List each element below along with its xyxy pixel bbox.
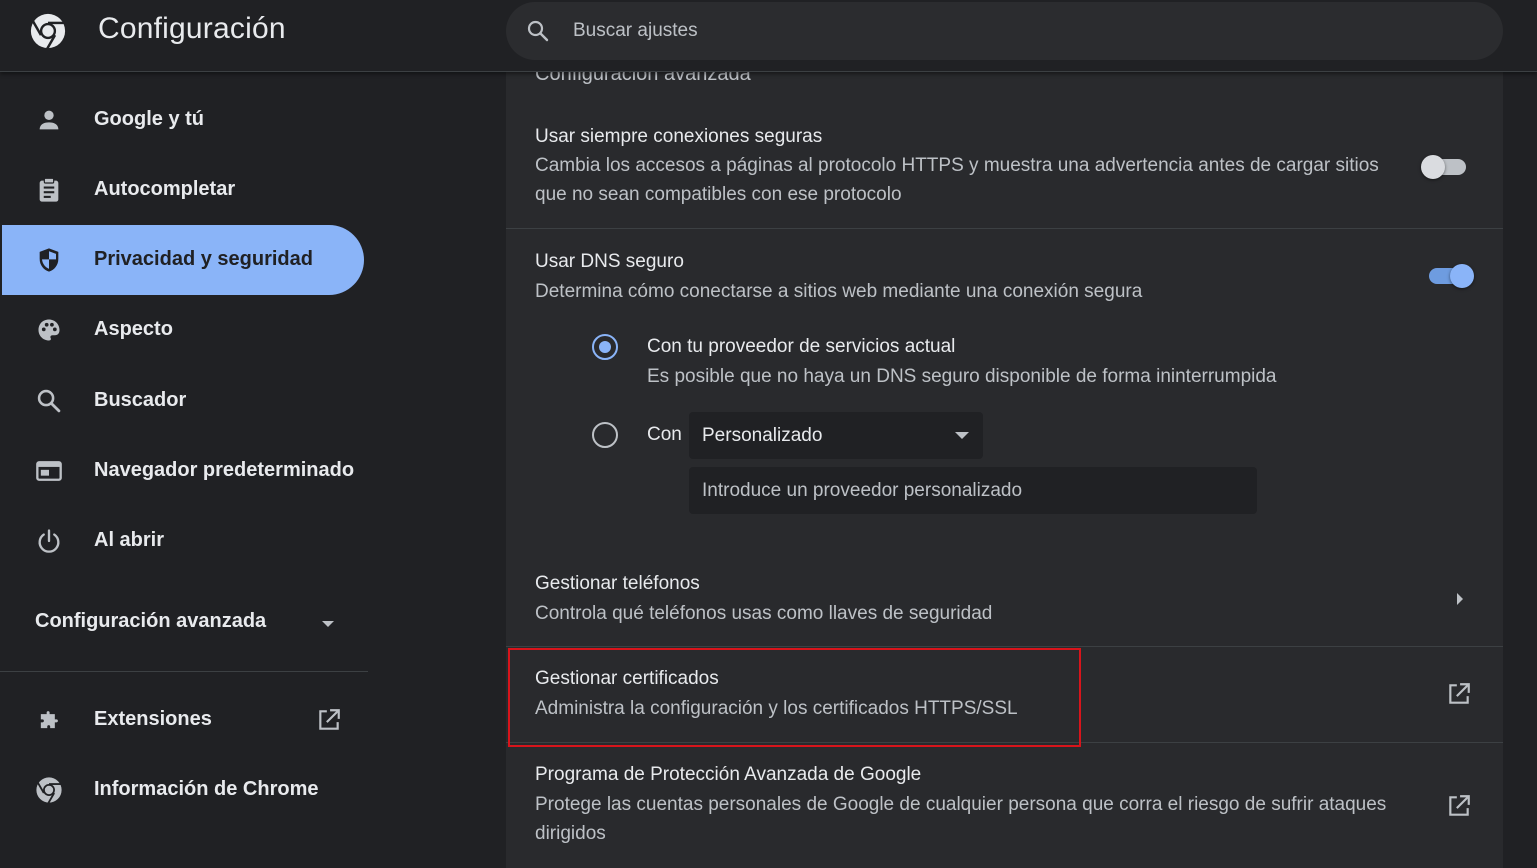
dns-provider-selected-value: Personalizado (702, 425, 823, 446)
dns-current-provider-description: Es posible que no haya un DNS seguro dis… (647, 366, 1277, 387)
sidebar-item-autocompletar[interactable]: Autocompletar (2, 155, 364, 225)
secure-connections-title: Usar siempre conexiones seguras (535, 126, 823, 147)
manage-phones-title: Gestionar teléfonos (535, 573, 700, 594)
person-icon (39, 110, 59, 130)
sidebar-item-aspecto[interactable]: Aspecto (2, 295, 364, 365)
manage-certificates-title: Gestionar certificados (535, 668, 719, 689)
secure-dns-title: Usar DNS seguro (535, 251, 684, 272)
advanced-protection-description: Protege las cuentas personales de Google… (535, 794, 1387, 844)
search-icon (37, 389, 61, 413)
row-divider (506, 228, 1503, 229)
sidebar-item-extensiones[interactable]: Extensiones (2, 685, 364, 755)
dns-custom-provider-label: Con (647, 424, 682, 445)
dns-current-provider-radio[interactable] (592, 334, 618, 360)
sidebar-item-label: Google y tú (94, 108, 204, 130)
open-in-new-icon[interactable] (1446, 681, 1472, 707)
advanced-settings-label: Configuración avanzada (35, 610, 267, 632)
chrome-logo-icon (36, 777, 62, 804)
sidebar-item-al-abrir[interactable]: Al abrir (2, 506, 364, 576)
advanced-settings-toggle[interactable]: Configuración avanzada (35, 610, 345, 640)
advanced-protection-row[interactable]: Programa de Protección Avanzada de Googl… (506, 743, 1503, 868)
palette-icon (38, 319, 60, 341)
sidebar-item-label: Extensiones (94, 708, 212, 730)
dropdown-arrow-icon (955, 432, 969, 439)
dns-provider-select[interactable]: Personalizado (689, 412, 983, 459)
search-input[interactable] (573, 16, 1453, 46)
open-in-new-icon[interactable] (1446, 793, 1472, 819)
chevron-down-icon (322, 621, 334, 627)
page-title: Configuración (98, 12, 286, 45)
browser-window-icon (36, 461, 62, 481)
sidebar-item-google-y-tu[interactable]: Google y tú (2, 85, 364, 155)
advanced-protection-title: Programa de Protección Avanzada de Googl… (535, 764, 922, 785)
sidebar-item-label: Al abrir (94, 529, 165, 551)
sidebar-item-privacidad[interactable]: Privacidad y seguridad (2, 225, 364, 295)
search-bar[interactable] (506, 2, 1503, 60)
sidebar-item-label: Aspecto (94, 318, 173, 340)
secure-dns-description: Determina cómo conectarse a sitios web m… (535, 281, 1143, 302)
sidebar-divider (0, 671, 368, 672)
chrome-logo-icon (30, 13, 66, 50)
manage-phones-row[interactable]: Gestionar teléfonos Controla qué teléfon… (506, 555, 1503, 646)
custom-dns-provider-input[interactable] (689, 467, 1257, 514)
sidebar-item-label: Navegador predeterminado (94, 459, 355, 481)
manage-phones-description: Controla qué teléfonos usas como llaves … (535, 603, 993, 624)
manage-certificates-description: Administra la configuración y los certif… (535, 698, 1018, 719)
manage-certificates-row[interactable]: Gestionar certificados Administra la con… (506, 647, 1503, 742)
secure-connections-description: Cambia los accesos a páginas al protocol… (535, 155, 1379, 205)
search-icon[interactable] (526, 19, 550, 43)
secure-connections-row[interactable]: Usar siempre conexiones seguras Cambia l… (506, 118, 1503, 228)
shield-icon (39, 248, 59, 272)
clipboard-icon (39, 177, 59, 202)
secure-dns-toggle[interactable] (1426, 261, 1474, 291)
dns-current-provider-label: Con tu proveedor de servicios actual (647, 336, 956, 357)
sidebar-item-label: Privacidad y seguridad (94, 248, 313, 270)
sidebar-item-label: Información de Chrome (94, 778, 319, 800)
sidebar: Google y tú Autocompletar Privacidad y s… (0, 72, 370, 868)
privacy-settings-card: Configuración avanzada Usar siempre cone… (506, 63, 1503, 868)
open-in-new-icon (319, 709, 340, 730)
sidebar-item-label: Autocompletar (94, 178, 236, 200)
sidebar-item-buscador[interactable]: Buscador (2, 366, 364, 436)
sidebar-item-informacion-chrome[interactable]: Información de Chrome (2, 755, 364, 825)
dns-custom-provider-radio[interactable] (592, 422, 618, 448)
sidebar-item-navegador[interactable]: Navegador predeterminado (2, 436, 364, 506)
settings-header: Configuración (0, 0, 1537, 72)
chevron-right-icon (1457, 593, 1463, 605)
power-icon (38, 529, 60, 553)
sidebar-item-label: Buscador (94, 389, 187, 411)
secure-connections-toggle[interactable] (1421, 152, 1469, 182)
puzzle-icon (40, 711, 58, 729)
